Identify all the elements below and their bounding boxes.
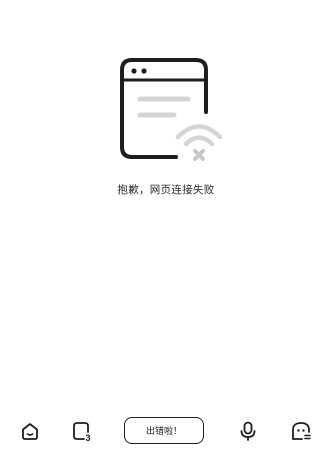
error-message: 抱歉，网页连接失败 [117, 184, 215, 196]
browser-wifi-disconnected-icon [120, 58, 223, 161]
bottom-toolbar: 3 出错啦！ [0, 410, 332, 450]
tabs-button[interactable]: 3 [71, 420, 93, 442]
voice-button[interactable] [237, 420, 259, 442]
ghost-face-icon [292, 422, 311, 440]
profile-button[interactable] [290, 420, 312, 442]
tabs-count: 3 [86, 433, 91, 442]
home-button[interactable] [19, 420, 41, 442]
network-error-illustration [114, 54, 226, 166]
home-icon [22, 423, 38, 440]
tabs-icon: 3 [73, 422, 91, 442]
microphone-icon [240, 421, 256, 441]
error-action-button[interactable]: 出错啦！ [124, 417, 204, 444]
